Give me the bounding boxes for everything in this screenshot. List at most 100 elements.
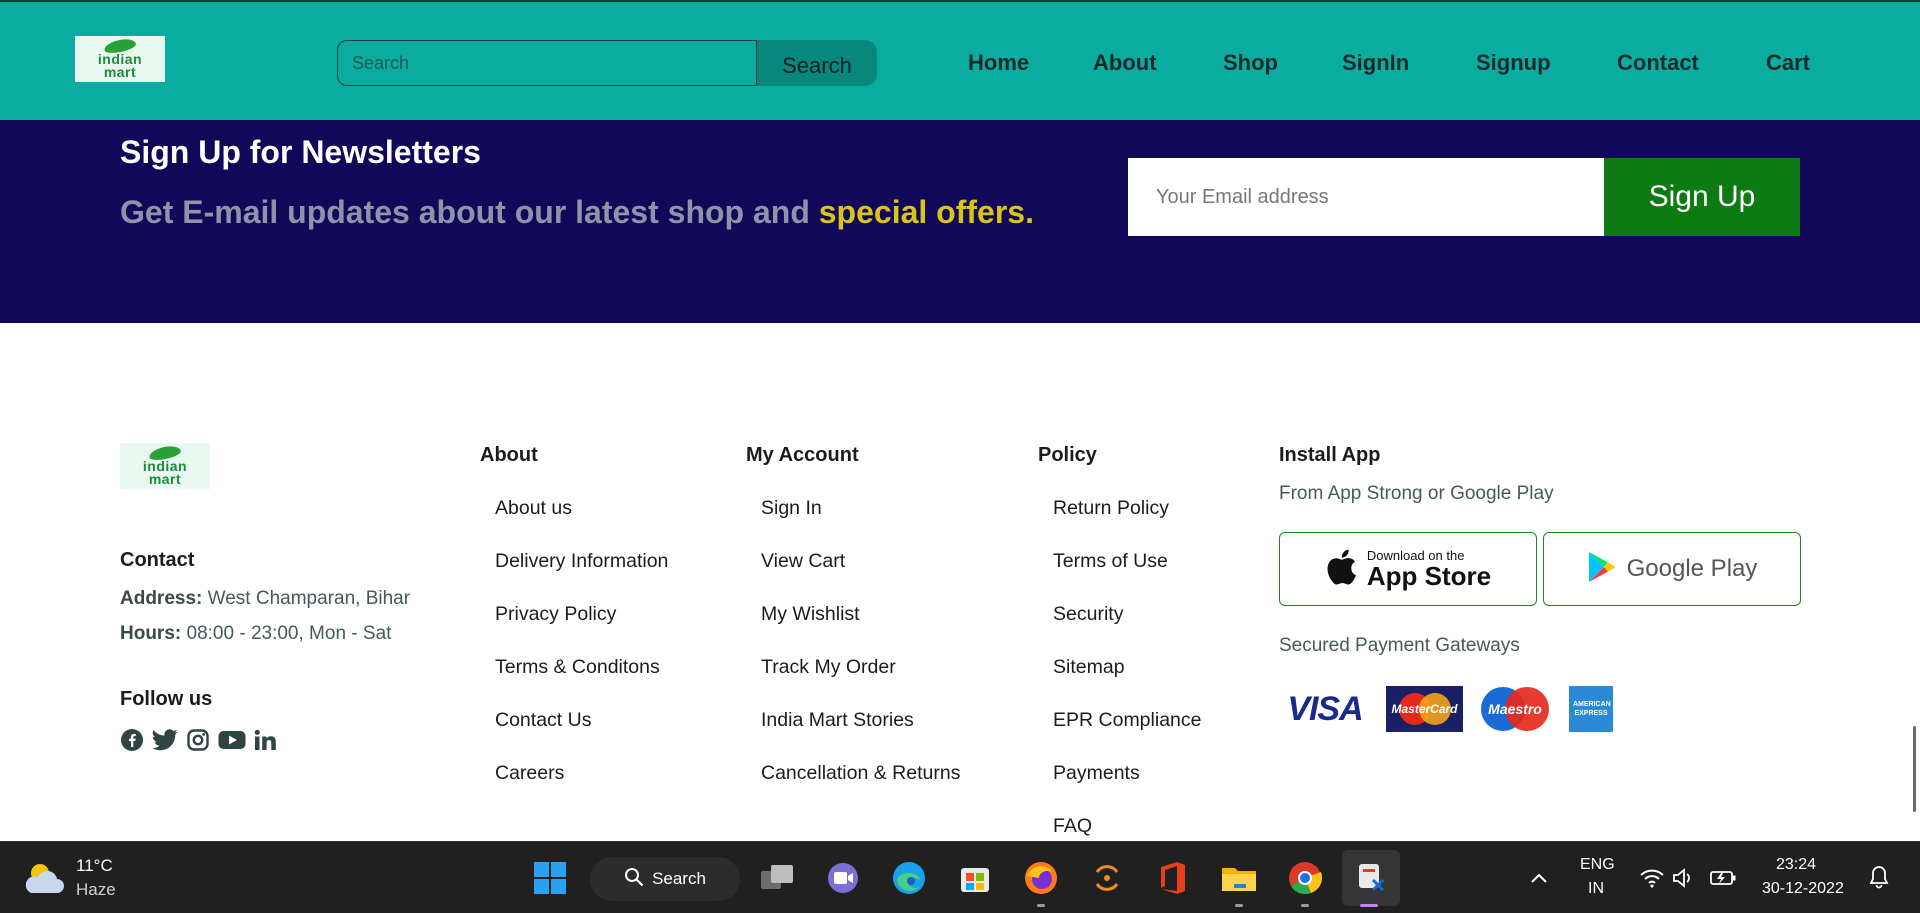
hours-label: Hours: — [120, 623, 182, 644]
install-heading: Install App — [1279, 444, 1381, 466]
contact-hours: Hours: 08:00 - 23:00, Mon - Sat — [120, 623, 391, 645]
nav-about[interactable]: About — [1093, 50, 1157, 76]
wifi-icon[interactable] — [1638, 864, 1666, 892]
google-play-button[interactable]: Google Play — [1543, 532, 1801, 606]
nav-home[interactable]: Home — [968, 50, 1029, 76]
search-icon — [624, 867, 644, 892]
taskbar-search-label: Search — [652, 869, 706, 888]
apple-icon — [1325, 548, 1357, 591]
volume-icon[interactable] — [1670, 864, 1698, 892]
newsletter-title: Sign Up for Newsletters — [120, 134, 481, 170]
google-play-label: Google Play — [1626, 555, 1758, 582]
clock-date[interactable]: 30-12-2022 — [1762, 880, 1844, 898]
nav-signup[interactable]: Signup — [1476, 50, 1551, 76]
search-input[interactable] — [337, 40, 757, 86]
chrome-running-indicator — [1301, 904, 1309, 907]
snipping-tool-icon[interactable] — [1342, 850, 1400, 906]
language-indicator-bottom[interactable]: IN — [1588, 880, 1604, 898]
site-header: indian mart Search Home About Shop SignI… — [0, 0, 1920, 120]
about-heading: About — [480, 444, 538, 466]
chrome-icon[interactable] — [1284, 858, 1326, 898]
youtube-icon[interactable] — [218, 729, 246, 751]
snipping-tool-active-indicator — [1360, 904, 1378, 907]
newsletter-subtitle-text: Get E-mail updates about our latest shop… — [120, 194, 810, 230]
footer-link-about-us[interactable]: About us — [495, 497, 572, 520]
footer-link-epr[interactable]: EPR Compliance — [1053, 709, 1201, 732]
clock-time[interactable]: 23:24 — [1776, 856, 1816, 874]
footer-link-privacy[interactable]: Privacy Policy — [495, 603, 616, 626]
footer-link-delivery[interactable]: Delivery Information — [495, 550, 668, 573]
weather-icon[interactable] — [22, 858, 68, 898]
hours-value: 08:00 - 23:00, Mon - Sat — [186, 623, 392, 644]
newsletter-section: Sign Up for Newsletters Get E-mail updat… — [0, 120, 1920, 323]
search-button[interactable]: Search — [757, 40, 877, 86]
contact-heading: Contact — [120, 549, 195, 571]
footer-link-track-order[interactable]: Track My Order — [761, 656, 896, 679]
footer-link-security[interactable]: Security — [1053, 603, 1123, 626]
header-search: Search — [337, 40, 877, 86]
weather-temp[interactable]: 11°C — [76, 856, 113, 876]
office-icon[interactable] — [1152, 858, 1194, 898]
firefox-icon[interactable] — [1020, 858, 1062, 898]
mastercard-logo: MasterCard — [1386, 686, 1463, 732]
task-view-icon[interactable] — [756, 858, 798, 898]
footer-link-terms-of-use[interactable]: Terms of Use — [1053, 550, 1168, 573]
show-hidden-icons-chevron-up-icon[interactable] — [1526, 864, 1552, 892]
amex-logo: AMERICAN EXPRESS — [1569, 686, 1613, 732]
nav-shop[interactable]: Shop — [1223, 50, 1278, 76]
address-value: West Champaran, Bihar — [207, 588, 411, 609]
page-scrollbar[interactable] — [1913, 726, 1916, 812]
logo-text-line-2: mart — [103, 63, 137, 80]
firefox-running-indicator — [1037, 904, 1045, 907]
footer-link-contact-us[interactable]: Contact Us — [495, 709, 591, 732]
language-indicator-top[interactable]: ENG — [1580, 856, 1615, 874]
policy-heading: Policy — [1038, 444, 1097, 466]
battery-charging-icon[interactable] — [1708, 864, 1738, 892]
footer-link-terms[interactable]: Terms & Conditons — [495, 656, 660, 679]
linkedin-icon[interactable] — [254, 729, 276, 751]
newsletter-email-input[interactable] — [1128, 158, 1604, 236]
windows-start-icon[interactable] — [530, 858, 570, 898]
maestro-logo: Maestro — [1476, 686, 1554, 732]
weather-desc[interactable]: Haze — [76, 880, 116, 900]
taskbar-search[interactable]: Search — [590, 857, 740, 901]
app-store-button[interactable]: Download on the App Store — [1279, 532, 1537, 606]
app-orange-icon[interactable] — [1086, 858, 1128, 898]
payments-label: Secured Payment Gateways — [1279, 635, 1520, 656]
nav-cart[interactable]: Cart — [1766, 50, 1810, 76]
amex-text: AMERICAN EXPRESS — [1573, 701, 1611, 717]
footer-link-cancellation[interactable]: Cancellation & Returns — [761, 762, 960, 785]
footer-link-stories[interactable]: India Mart Stories — [761, 709, 914, 732]
footer-link-careers[interactable]: Careers — [495, 762, 564, 785]
footer-link-sitemap[interactable]: Sitemap — [1053, 656, 1125, 679]
app-store-label: Download on the App Store — [1367, 549, 1491, 590]
footer-link-return-policy[interactable]: Return Policy — [1053, 497, 1169, 520]
header-logo[interactable]: indian mart — [75, 36, 165, 82]
twitter-icon[interactable] — [152, 729, 178, 751]
microsoft-store-icon[interactable] — [954, 858, 996, 898]
footer-logo[interactable]: indian mart — [120, 443, 210, 489]
footer-link-view-cart[interactable]: View Cart — [761, 550, 845, 573]
footer-link-faq[interactable]: FAQ — [1053, 815, 1092, 838]
social-icons — [120, 728, 276, 752]
newsletter-subtitle-highlight: special offers. — [818, 194, 1034, 230]
nav-signin[interactable]: SignIn — [1342, 50, 1409, 76]
notification-bell-icon[interactable] — [1864, 862, 1894, 892]
explorer-running-indicator — [1235, 904, 1243, 907]
footer-link-payments[interactable]: Payments — [1053, 762, 1140, 785]
edge-browser-icon[interactable] — [888, 858, 930, 898]
visa-logo: VISA — [1279, 686, 1371, 732]
footer-link-sign-in[interactable]: Sign In — [761, 497, 822, 520]
file-explorer-icon[interactable] — [1218, 858, 1260, 898]
account-heading: My Account — [746, 444, 859, 466]
newsletter-signup-button[interactable]: Sign Up — [1604, 158, 1800, 236]
visa-text: VISA — [1287, 689, 1363, 728]
instagram-icon[interactable] — [186, 728, 210, 752]
google-play-icon — [1587, 551, 1617, 588]
footer-link-wishlist[interactable]: My Wishlist — [761, 603, 860, 626]
facebook-icon[interactable] — [120, 728, 144, 752]
newsletter-subtitle: Get E-mail updates about our latest shop… — [120, 194, 1034, 231]
teams-chat-icon[interactable] — [822, 858, 864, 898]
follow-heading: Follow us — [120, 688, 213, 710]
nav-contact[interactable]: Contact — [1617, 50, 1699, 76]
